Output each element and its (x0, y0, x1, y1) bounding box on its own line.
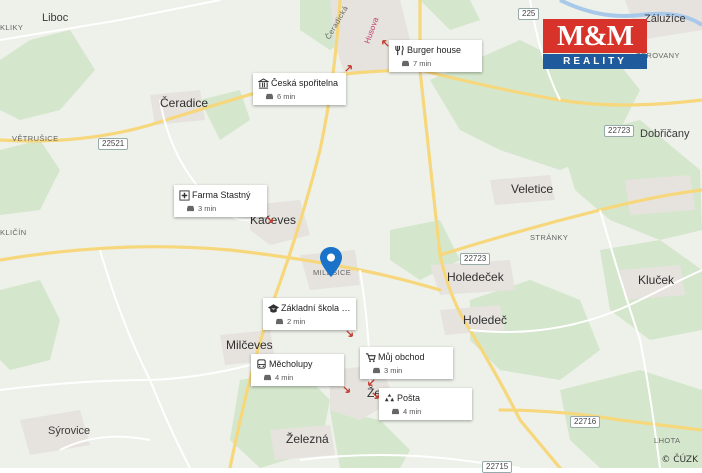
poi-card-obchod[interactable]: Můj obchod 3 min (360, 347, 453, 379)
pointer-arrow-icon (346, 330, 353, 337)
poi-travel-time: 3 min (198, 204, 217, 213)
poi-card-farma[interactable]: Farma Stastný 3 min (174, 185, 267, 217)
poi-travel-time: 7 min (413, 59, 432, 68)
fork-knife-icon (395, 45, 404, 56)
poi-name: Měcholupy (269, 359, 313, 369)
medical-cross-icon (179, 190, 190, 201)
poi-travel-time: 3 min (384, 366, 403, 375)
cart-icon (365, 353, 376, 363)
logo-top-text: M&M (543, 19, 647, 53)
car-icon (266, 93, 273, 100)
car-icon (264, 374, 271, 381)
poi-card-skola[interactable]: Základní škola M... 2 min (263, 298, 356, 330)
car-icon (402, 60, 409, 67)
bus-icon (257, 359, 266, 369)
place-label: Veletice (511, 182, 554, 196)
logo-bottom-text: REALITY (543, 54, 647, 69)
pointer-arrow-icon (368, 379, 375, 386)
poi-travel-time: 4 min (275, 373, 294, 382)
pointer-arrow-icon (372, 392, 379, 399)
road-number-shield: 22521 (98, 138, 129, 150)
poi-name: Farma Stastný (192, 190, 251, 200)
pointer-arrow-icon (343, 386, 350, 393)
car-icon (187, 205, 194, 212)
road-number-shield: 22723 (604, 125, 635, 137)
place-label: Dobřičany (640, 128, 690, 140)
place-label: Železná (286, 432, 329, 446)
place-label: LHOTA (654, 436, 681, 445)
car-icon (276, 318, 283, 325)
map-copyright: © ČÚZK (661, 455, 698, 465)
poi-travel-time: 6 min (277, 92, 296, 101)
poi-name: Pošta (397, 393, 421, 403)
place-label: Čeradice (160, 96, 209, 110)
place-label: Kluček (638, 273, 675, 287)
pointer-arrow-icon (266, 216, 273, 223)
poi-card-burger[interactable]: Burger house 7 min (389, 40, 482, 72)
poi-travel-time: 4 min (403, 407, 422, 416)
place-label: Sýrovice (48, 425, 91, 437)
place-label: Holedeček (447, 270, 504, 284)
poi-name: Základní škola M... (281, 303, 353, 313)
car-icon (373, 367, 380, 374)
place-label: Milčeves (226, 338, 273, 352)
mm-reality-logo: M&M REALITY (543, 19, 647, 69)
poi-name: Burger house (407, 45, 462, 55)
poi-name: Česká spořitelna (271, 78, 339, 88)
car-icon (392, 408, 399, 415)
post-icon (384, 393, 395, 402)
place-label: Liboc (42, 12, 69, 24)
place-label: Holedeč (463, 313, 508, 327)
poi-card-posta[interactable]: Pošta 4 min (379, 388, 472, 420)
poi-travel-time: 2 min (287, 317, 306, 326)
poi-card-sporitelna[interactable]: Česká spořitelna 6 min (253, 73, 346, 105)
bank-icon (258, 78, 269, 89)
road-number-shield: 22715 (482, 461, 513, 473)
pointer-arrow-icon (345, 65, 352, 72)
poi-name: Můj obchod (378, 352, 425, 362)
pointer-arrow-icon (382, 40, 389, 47)
place-label: STRÁNKY (530, 233, 569, 242)
place-label: KLIKY (0, 23, 24, 32)
place-label: Záluží­ce (644, 13, 686, 25)
road-number-shield: 225 (518, 8, 540, 20)
road-number-shield: 22716 (570, 416, 601, 428)
place-label: KLIČÍN (0, 228, 27, 237)
location-pin-icon[interactable] (319, 246, 343, 278)
road-number-shield: 22723 (460, 253, 491, 265)
place-label: VĚTRUŠICE (12, 134, 59, 143)
poi-card-mecholupy[interactable]: Měcholupy 4 min (251, 354, 344, 386)
school-cap-icon (268, 304, 279, 313)
